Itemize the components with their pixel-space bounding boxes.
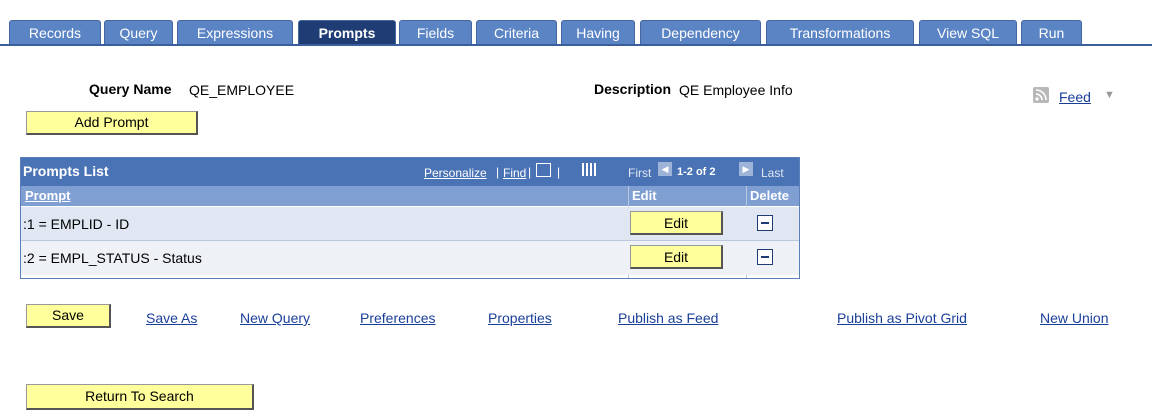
preferences-link[interactable]: Preferences: [360, 310, 435, 326]
grid-column-header: Prompt Edit Delete: [21, 186, 799, 206]
description-value: QE Employee Info: [679, 82, 793, 98]
grid-separator: |: [528, 165, 532, 179]
first-link: First: [628, 166, 652, 180]
last-link: Last: [761, 166, 784, 180]
prompt-cell: :2 = EMPL_STATUS - Status: [23, 250, 202, 266]
tab-bar: Records Query Expressions Prompts Fields…: [0, 0, 1152, 46]
grid-separator: |: [496, 165, 500, 179]
query-name-label: Query Name: [89, 81, 172, 97]
table-row: :2 = EMPL_STATUS - Status Edit: [21, 241, 799, 275]
add-prompt-button[interactable]: Add Prompt: [26, 111, 198, 135]
publish-as-pivot-grid-link[interactable]: Publish as Pivot Grid: [837, 310, 967, 326]
prompt-cell: :1 = EMPLID - ID: [23, 216, 130, 232]
edit-button[interactable]: Edit: [630, 245, 723, 269]
description-label: Description: [594, 81, 672, 97]
publish-as-feed-link[interactable]: Publish as Feed: [618, 310, 718, 326]
tab-prompts[interactable]: Prompts: [298, 20, 396, 44]
tab-expressions[interactable]: Expressions: [177, 20, 293, 44]
new-window-icon[interactable]: [536, 163, 551, 177]
find-link[interactable]: Find: [503, 166, 526, 180]
tab-records[interactable]: Records: [9, 20, 101, 44]
grid-title: Prompts List: [23, 163, 109, 179]
edit-column-header: Edit: [632, 188, 657, 203]
new-query-link[interactable]: New Query: [240, 310, 310, 326]
grid-separator: |: [557, 165, 561, 179]
grid-title-bar: Prompts List Personalize | Find | | Firs…: [21, 158, 799, 186]
tab-having[interactable]: Having: [561, 20, 635, 44]
tab-dependency[interactable]: Dependency: [640, 20, 761, 44]
tab-view-sql[interactable]: View SQL: [919, 20, 1017, 44]
prompt-column-header[interactable]: Prompt: [25, 188, 71, 203]
tab-fields[interactable]: Fields: [399, 20, 472, 44]
tab-criteria[interactable]: Criteria: [476, 20, 557, 44]
save-as-link[interactable]: Save As: [146, 310, 197, 326]
feed-link[interactable]: Feed: [1059, 89, 1091, 105]
tab-run[interactable]: Run: [1021, 20, 1082, 44]
tab-query[interactable]: Query: [104, 20, 173, 44]
delete-row-icon[interactable]: [757, 215, 773, 231]
edit-button[interactable]: Edit: [630, 211, 723, 235]
rss-feed-icon[interactable]: [1033, 87, 1049, 103]
new-union-link[interactable]: New Union: [1040, 310, 1108, 326]
return-to-search-button[interactable]: Return To Search: [26, 384, 254, 410]
personalize-link[interactable]: Personalize: [424, 166, 487, 180]
next-arrow-icon[interactable]: ▶: [739, 162, 753, 176]
table-row: :1 = EMPLID - ID Edit: [21, 207, 799, 241]
query-name-value: QE_EMPLOYEE: [189, 82, 295, 98]
tab-underline: [0, 44, 1152, 46]
tab-transformations[interactable]: Transformations: [766, 20, 914, 44]
row-range: 1-2 of 2: [677, 166, 716, 178]
delete-row-icon[interactable]: [757, 249, 773, 265]
save-button[interactable]: Save: [26, 304, 111, 328]
download-grid-icon[interactable]: [582, 163, 596, 176]
delete-column-header: Delete: [750, 188, 790, 203]
prompts-grid: Prompts List Personalize | Find | | Firs…: [20, 157, 800, 279]
properties-link[interactable]: Properties: [488, 310, 552, 326]
previous-arrow-icon[interactable]: ◀: [658, 162, 672, 176]
chevron-down-icon[interactable]: ▼: [1104, 89, 1115, 101]
